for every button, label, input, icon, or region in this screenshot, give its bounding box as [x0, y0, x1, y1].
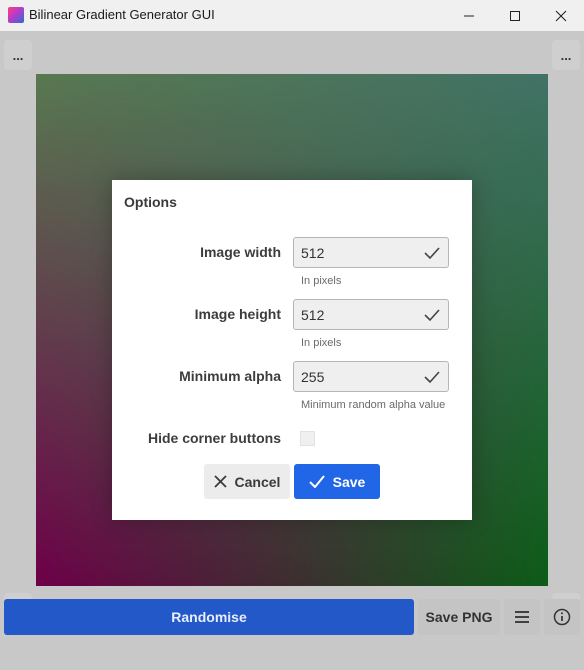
- maximize-button[interactable]: [492, 0, 538, 31]
- hide-corner-buttons-label: Hide corner buttons: [147, 430, 281, 446]
- save-png-button[interactable]: Save PNG: [418, 599, 500, 635]
- minimum-alpha-field[interactable]: [293, 361, 449, 392]
- menu-button[interactable]: [504, 599, 540, 635]
- save-label: Save: [332, 473, 366, 490]
- maximize-icon: [510, 10, 520, 21]
- randomise-label: Randomise: [171, 609, 247, 625]
- check-icon[interactable]: [424, 246, 440, 260]
- app-area: ... ... ... ... Options Image width In p…: [0, 31, 584, 670]
- image-height-label: Image height: [194, 306, 281, 322]
- image-height-hint: In pixels: [301, 337, 342, 349]
- minimum-alpha-hint: Minimum random alpha value: [301, 399, 446, 411]
- corner-button-label: ...: [560, 47, 572, 63]
- check-icon[interactable]: [424, 370, 440, 384]
- minimize-icon: [464, 15, 474, 16]
- close-icon: [213, 475, 227, 488]
- info-icon: [553, 608, 571, 626]
- window-title: Bilinear Gradient Generator GUI: [29, 7, 215, 22]
- dialog-title: Options: [124, 194, 177, 210]
- check-icon: [308, 475, 325, 488]
- hamburger-menu-icon: [515, 611, 529, 623]
- cancel-button[interactable]: Cancel: [204, 464, 290, 499]
- close-button[interactable]: [538, 0, 584, 31]
- save-png-label: Save PNG: [425, 609, 493, 625]
- corner-button-top-left[interactable]: ...: [4, 40, 32, 70]
- close-icon: [555, 10, 567, 21]
- image-width-field[interactable]: [293, 237, 449, 268]
- options-dialog: Options Image width In pixels Image heig…: [112, 180, 472, 520]
- info-button[interactable]: [544, 599, 580, 635]
- title-bar: Bilinear Gradient Generator GUI: [0, 0, 584, 31]
- image-width-label: Image width: [200, 244, 281, 260]
- minimize-button[interactable]: [446, 0, 492, 31]
- minimum-alpha-label: Minimum alpha: [179, 368, 281, 384]
- corner-button-top-right[interactable]: ...: [552, 40, 580, 70]
- cancel-label: Cancel: [234, 473, 281, 490]
- check-icon[interactable]: [424, 308, 440, 322]
- image-height-field[interactable]: [293, 299, 449, 330]
- app-icon: [8, 7, 24, 23]
- image-width-input[interactable]: [294, 238, 421, 267]
- save-button[interactable]: Save: [294, 464, 380, 499]
- corner-button-label: ...: [12, 47, 24, 63]
- randomise-button[interactable]: Randomise: [4, 599, 414, 635]
- hide-corner-buttons-checkbox[interactable]: [300, 431, 315, 446]
- image-height-input[interactable]: [294, 300, 421, 329]
- image-width-hint: In pixels: [301, 275, 342, 287]
- minimum-alpha-input[interactable]: [294, 362, 421, 391]
